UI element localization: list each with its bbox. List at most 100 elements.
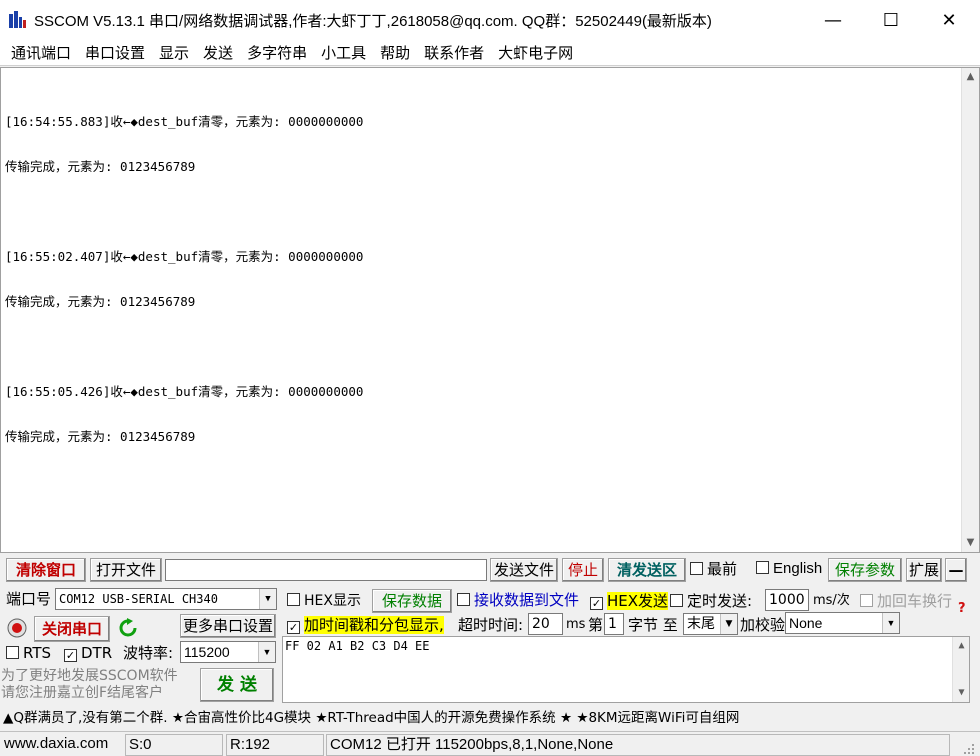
- send-file-button[interactable]: 发送文件: [490, 558, 558, 582]
- close-icon: ✕: [941, 9, 957, 31]
- promo-line: 请您注册嘉立创F结尾客户: [1, 685, 164, 701]
- port-select[interactable]: COM12 USB-SERIAL CH340 ▼: [55, 588, 277, 610]
- timed-send-checkbox[interactable]: 定时发送:: [670, 590, 752, 612]
- menu-contact-author[interactable]: 联系作者: [417, 42, 491, 63]
- recv-to-file-checkbox[interactable]: 接收数据到文件: [457, 589, 579, 611]
- english-label: English: [773, 560, 823, 577]
- interval-input[interactable]: 1000: [765, 589, 809, 611]
- minimize-icon: —: [824, 9, 842, 31]
- refresh-icon[interactable]: [118, 618, 138, 638]
- chevron-down-icon: ▼: [882, 613, 899, 633]
- checkbox-icon: [287, 593, 300, 606]
- receive-line: [5, 204, 955, 219]
- help-icon[interactable]: ?: [957, 600, 969, 614]
- scroll-up-icon[interactable]: ▲: [962, 68, 979, 86]
- add-crlf-checkbox[interactable]: 加回车换行: [860, 590, 952, 612]
- baud-select-value: 115200: [184, 644, 230, 660]
- file-path-input[interactable]: [165, 559, 487, 581]
- checkbox-icon: [860, 594, 873, 607]
- menu-comm-port[interactable]: 通讯端口: [4, 42, 78, 63]
- menu-help[interactable]: 帮助: [373, 42, 417, 63]
- receive-line: [16:55:05.426]收←◆dest_buf清零，元素为: 0000000…: [5, 384, 364, 399]
- hex-display-checkbox[interactable]: HEX显示: [287, 590, 361, 612]
- stop-record-icon: [7, 618, 27, 638]
- checksum-label: 加校验: [740, 616, 786, 634]
- send-scrollbar[interactable]: ▲ ▼: [952, 637, 969, 702]
- byte-suffix-label: 字节 至: [628, 616, 678, 634]
- menu-serial-settings[interactable]: 串口设置: [78, 42, 152, 63]
- clear-send-button[interactable]: 清发送区: [608, 558, 686, 582]
- collapse-button[interactable]: —: [945, 558, 967, 582]
- checkbox-icon: [670, 594, 683, 607]
- menu-daxia-site[interactable]: 大虾电子网: [491, 42, 580, 63]
- scroll-up-icon[interactable]: ▲: [953, 637, 970, 655]
- receive-line: [16:55:02.407]收←◆dest_buf清零，元素为: 0000000…: [5, 249, 364, 264]
- topmost-checkbox[interactable]: 最前: [690, 558, 737, 580]
- status-port-state: COM12 已打开 115200bps,8,1,None,None: [326, 734, 950, 756]
- dtr-checkbox[interactable]: ✓ DTR: [64, 642, 112, 664]
- promo-text[interactable]: 为了更好地发展SSCOM软件 请您注册嘉立创F结尾客户: [1, 668, 178, 702]
- hex-display-label: HEX显示: [304, 593, 361, 609]
- status-sent: S:0: [125, 734, 223, 756]
- recv-to-file-label: 接收数据到文件: [474, 591, 580, 609]
- checkbox-icon: [690, 562, 703, 575]
- open-file-button[interactable]: 打开文件: [90, 558, 162, 582]
- maximize-button[interactable]: ☐: [862, 0, 920, 40]
- rts-checkbox[interactable]: RTS: [6, 642, 51, 664]
- status-website[interactable]: www.daxia.com: [1, 734, 123, 756]
- status-received: R:192: [226, 734, 324, 756]
- send-content: FF 02 A1 B2 C3 D4 EE: [285, 639, 430, 653]
- menu-display[interactable]: 显示: [152, 42, 196, 63]
- checkmark-icon: ✓: [287, 621, 300, 634]
- checkmark-icon: ✓: [64, 649, 77, 662]
- send-input[interactable]: FF 02 A1 B2 C3 D4 EE ▲ ▼: [282, 636, 970, 703]
- close-window-button[interactable]: ✕: [920, 0, 978, 40]
- baud-label: 波特率:: [123, 644, 174, 662]
- receive-line: 传输完成，元素为: 0123456789: [5, 159, 196, 174]
- menu-multi-string[interactable]: 多字符串: [240, 42, 314, 63]
- svg-text:?: ?: [958, 601, 966, 614]
- end-select[interactable]: 末尾 ▼: [683, 613, 738, 635]
- send-button[interactable]: 发 送: [200, 668, 274, 702]
- checkbox-icon: [756, 561, 769, 574]
- menu-tools[interactable]: 小工具: [314, 42, 373, 63]
- baud-select[interactable]: 115200 ▼: [180, 641, 276, 663]
- close-port-button[interactable]: 关闭串口: [34, 616, 110, 642]
- timestamp-label: 加时间戳和分包显示,: [304, 616, 444, 634]
- topmost-label: 最前: [707, 560, 738, 578]
- interval-unit: ms/次: [813, 593, 850, 608]
- receive-scrollbar[interactable]: ▲ ▼: [961, 68, 979, 552]
- checksum-select-value: None: [789, 615, 823, 631]
- timestamp-checkbox[interactable]: ✓ 加时间戳和分包显示,: [287, 614, 444, 636]
- checksum-select[interactable]: None ▼: [785, 612, 900, 634]
- menu-send[interactable]: 发送: [196, 42, 240, 63]
- timed-send-label: 定时发送:: [687, 592, 753, 610]
- save-params-button[interactable]: 保存参数: [828, 558, 902, 582]
- end-select-value: 末尾: [687, 616, 715, 632]
- port-label: 端口号: [6, 590, 52, 608]
- receive-area[interactable]: [16:54:55.883]收←◆dest_buf清零，元素为: 0000000…: [0, 67, 980, 553]
- scroll-down-icon[interactable]: ▼: [953, 684, 970, 702]
- timeout-unit: ms: [566, 617, 586, 632]
- timeout-input[interactable]: 20: [528, 613, 563, 635]
- chevron-down-icon: ▼: [720, 614, 737, 634]
- title-bar: SSCOM V5.13.1 串口/网络数据调试器,作者:大虾丁丁,2618058…: [0, 0, 980, 40]
- english-checkbox[interactable]: English: [756, 558, 822, 580]
- receive-line: 传输完成，元素为: 0123456789: [5, 294, 196, 309]
- byte-prefix-label: 第: [588, 616, 604, 634]
- resize-grip-icon[interactable]: [962, 742, 976, 756]
- hex-send-label: HEX发送: [607, 592, 669, 610]
- maximize-icon: ☐: [882, 9, 900, 31]
- more-settings-button[interactable]: 更多串口设置: [180, 614, 276, 638]
- save-data-button[interactable]: 保存数据: [372, 589, 452, 613]
- clear-window-button[interactable]: 清除窗口: [6, 558, 86, 582]
- receive-log: [16:54:55.883]收←◆dest_buf清零，元素为: 0000000…: [5, 84, 955, 474]
- expand-button[interactable]: 扩展: [906, 558, 942, 582]
- stop-button[interactable]: 停止: [562, 558, 604, 582]
- hex-send-checkbox[interactable]: ✓ HEX发送: [590, 590, 669, 612]
- minimize-button[interactable]: —: [804, 0, 862, 40]
- announcement-ticker[interactable]: ▲Q群满员了,没有第二个群. ★合宙高性价比4G模块 ★RT-Thread中国人…: [0, 707, 980, 729]
- menu-bar: 通讯端口 串口设置 显示 发送 多字符串 小工具 帮助 联系作者 大虾电子网: [0, 40, 980, 66]
- byte-index-input[interactable]: 1: [604, 613, 624, 635]
- scroll-down-icon[interactable]: ▼: [962, 534, 979, 552]
